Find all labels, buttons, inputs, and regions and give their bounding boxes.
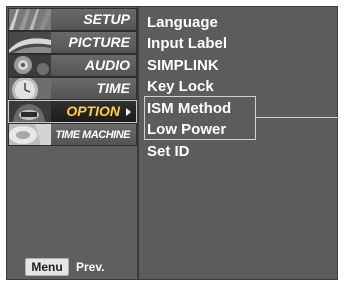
menu-label-setup: SETUP: [83, 11, 130, 27]
option-ism-method[interactable]: ISM Method: [147, 100, 231, 118]
option-thumbnail-icon: [9, 101, 51, 122]
option-language[interactable]: Language: [147, 14, 218, 32]
option-low-power[interactable]: Low Power: [147, 121, 226, 139]
tv-osd-menu: SETUP PICTURE AUDIO TIME OPTION TIME MAC…: [0, 0, 344, 285]
menu-item-time[interactable]: TIME: [8, 77, 137, 100]
option-simplink[interactable]: SIMPLINK: [147, 57, 219, 75]
menu-label-time-machine: TIME MACHINE: [55, 129, 130, 141]
submenu-arrow-icon: [126, 108, 131, 116]
option-input-label[interactable]: Input Label: [147, 35, 227, 53]
setup-thumbnail-icon: [9, 9, 51, 30]
menu-item-option[interactable]: OPTION: [8, 100, 137, 123]
menu-item-picture[interactable]: PICTURE: [8, 31, 137, 54]
menu-label-time: TIME: [96, 80, 130, 96]
audio-thumbnail-icon: [9, 55, 51, 76]
connector-line: [255, 117, 339, 118]
picture-thumbnail-icon: [9, 32, 51, 53]
time-thumbnail-icon: [9, 78, 51, 99]
option-key-lock[interactable]: Key Lock: [147, 78, 214, 96]
option-set-id[interactable]: Set ID: [147, 143, 190, 161]
prev-label: Prev.: [76, 260, 105, 274]
time-machine-thumbnail-icon: [9, 124, 51, 145]
option-submenu-panel: Language Input Label SIMPLINK Key Lock I…: [138, 6, 339, 280]
menu-item-setup[interactable]: SETUP: [8, 8, 137, 31]
menu-label-audio: AUDIO: [84, 57, 130, 73]
main-menu-sidebar: SETUP PICTURE AUDIO TIME OPTION TIME MAC…: [6, 6, 138, 280]
menu-label-option: OPTION: [66, 103, 120, 119]
menu-label-picture: PICTURE: [68, 34, 130, 50]
menu-button[interactable]: Menu: [25, 258, 69, 276]
menu-item-audio[interactable]: AUDIO: [8, 54, 137, 77]
menu-item-time-machine[interactable]: TIME MACHINE: [8, 123, 137, 146]
